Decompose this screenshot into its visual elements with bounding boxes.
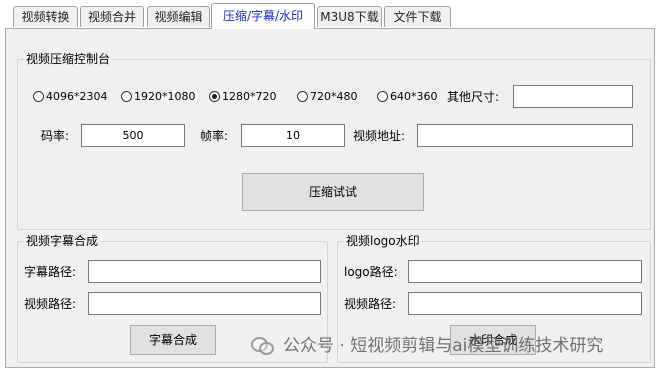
tab-bar: 视频转换 视频合并 视频编辑 压缩/字幕/水印 M3U8下载 文件下载: [0, 0, 662, 29]
radio-circle: [297, 91, 308, 102]
bitrate-label: 码率:: [41, 129, 70, 143]
subtitle-video-path-label: 视频路径:: [24, 297, 77, 311]
tab-file-download[interactable]: 文件下载: [384, 6, 451, 27]
watermark-text: 公众号 · 短视频剪辑与ai模型训练技术研究: [283, 336, 604, 356]
wechat-watermark: 公众号 · 短视频剪辑与ai模型训练技术研究: [251, 333, 603, 359]
tab-compress-subtitle-watermark[interactable]: 压缩/字幕/水印: [211, 3, 315, 29]
other-size-input[interactable]: [513, 85, 633, 108]
tab-video-merge[interactable]: 视频合并: [80, 6, 144, 27]
video-path-input[interactable]: [417, 124, 633, 147]
logo-path-label: logo路径:: [344, 265, 398, 279]
radio-4096x2304[interactable]: 4096*2304: [33, 89, 108, 105]
tab-video-convert[interactable]: 视频转换: [13, 6, 78, 27]
bitrate-input[interactable]: 500: [81, 124, 185, 147]
subtitle-path-input[interactable]: [88, 260, 321, 283]
tab-panel: 视频压缩控制台 4096*2304 1920*1080 1280*720 720…: [5, 28, 655, 368]
wechat-icon: [251, 336, 275, 355]
radio-circle-selected: [209, 91, 220, 102]
compress-button[interactable]: 压缩试试: [242, 173, 424, 211]
logo-group-title: 视频logo水印: [344, 234, 422, 248]
logo-video-path-input[interactable]: [408, 292, 642, 315]
tab-m3u8-download[interactable]: M3U8下载: [317, 6, 382, 27]
framerate-label: 帧率:: [200, 129, 229, 143]
subtitle-group-title: 视频字幕合成: [24, 234, 101, 248]
subtitle-merge-button[interactable]: 字幕合成: [130, 325, 216, 355]
radio-640x360[interactable]: 640*360: [377, 89, 438, 105]
radio-1280x720[interactable]: 1280*720: [209, 89, 277, 105]
radio-720x480[interactable]: 720*480: [297, 89, 358, 105]
compress-group-title: 视频压缩控制台: [24, 52, 113, 66]
framerate-input[interactable]: 10: [241, 124, 345, 147]
other-size-label: 其他尺寸:: [447, 90, 500, 104]
logo-path-input[interactable]: [408, 260, 642, 283]
radio-1920x1080[interactable]: 1920*1080: [121, 89, 196, 105]
video-path-label: 视频地址:: [353, 129, 406, 143]
subtitle-path-label: 字幕路径:: [24, 265, 77, 279]
compress-group: 视频压缩控制台 4096*2304 1920*1080 1280*720 720…: [17, 52, 651, 230]
radio-circle: [33, 91, 44, 102]
radio-circle: [377, 91, 388, 102]
logo-video-path-label: 视频路径:: [344, 297, 397, 311]
subtitle-video-path-input[interactable]: [88, 292, 321, 315]
tab-video-edit[interactable]: 视频编辑: [147, 6, 210, 27]
radio-circle: [121, 91, 132, 102]
